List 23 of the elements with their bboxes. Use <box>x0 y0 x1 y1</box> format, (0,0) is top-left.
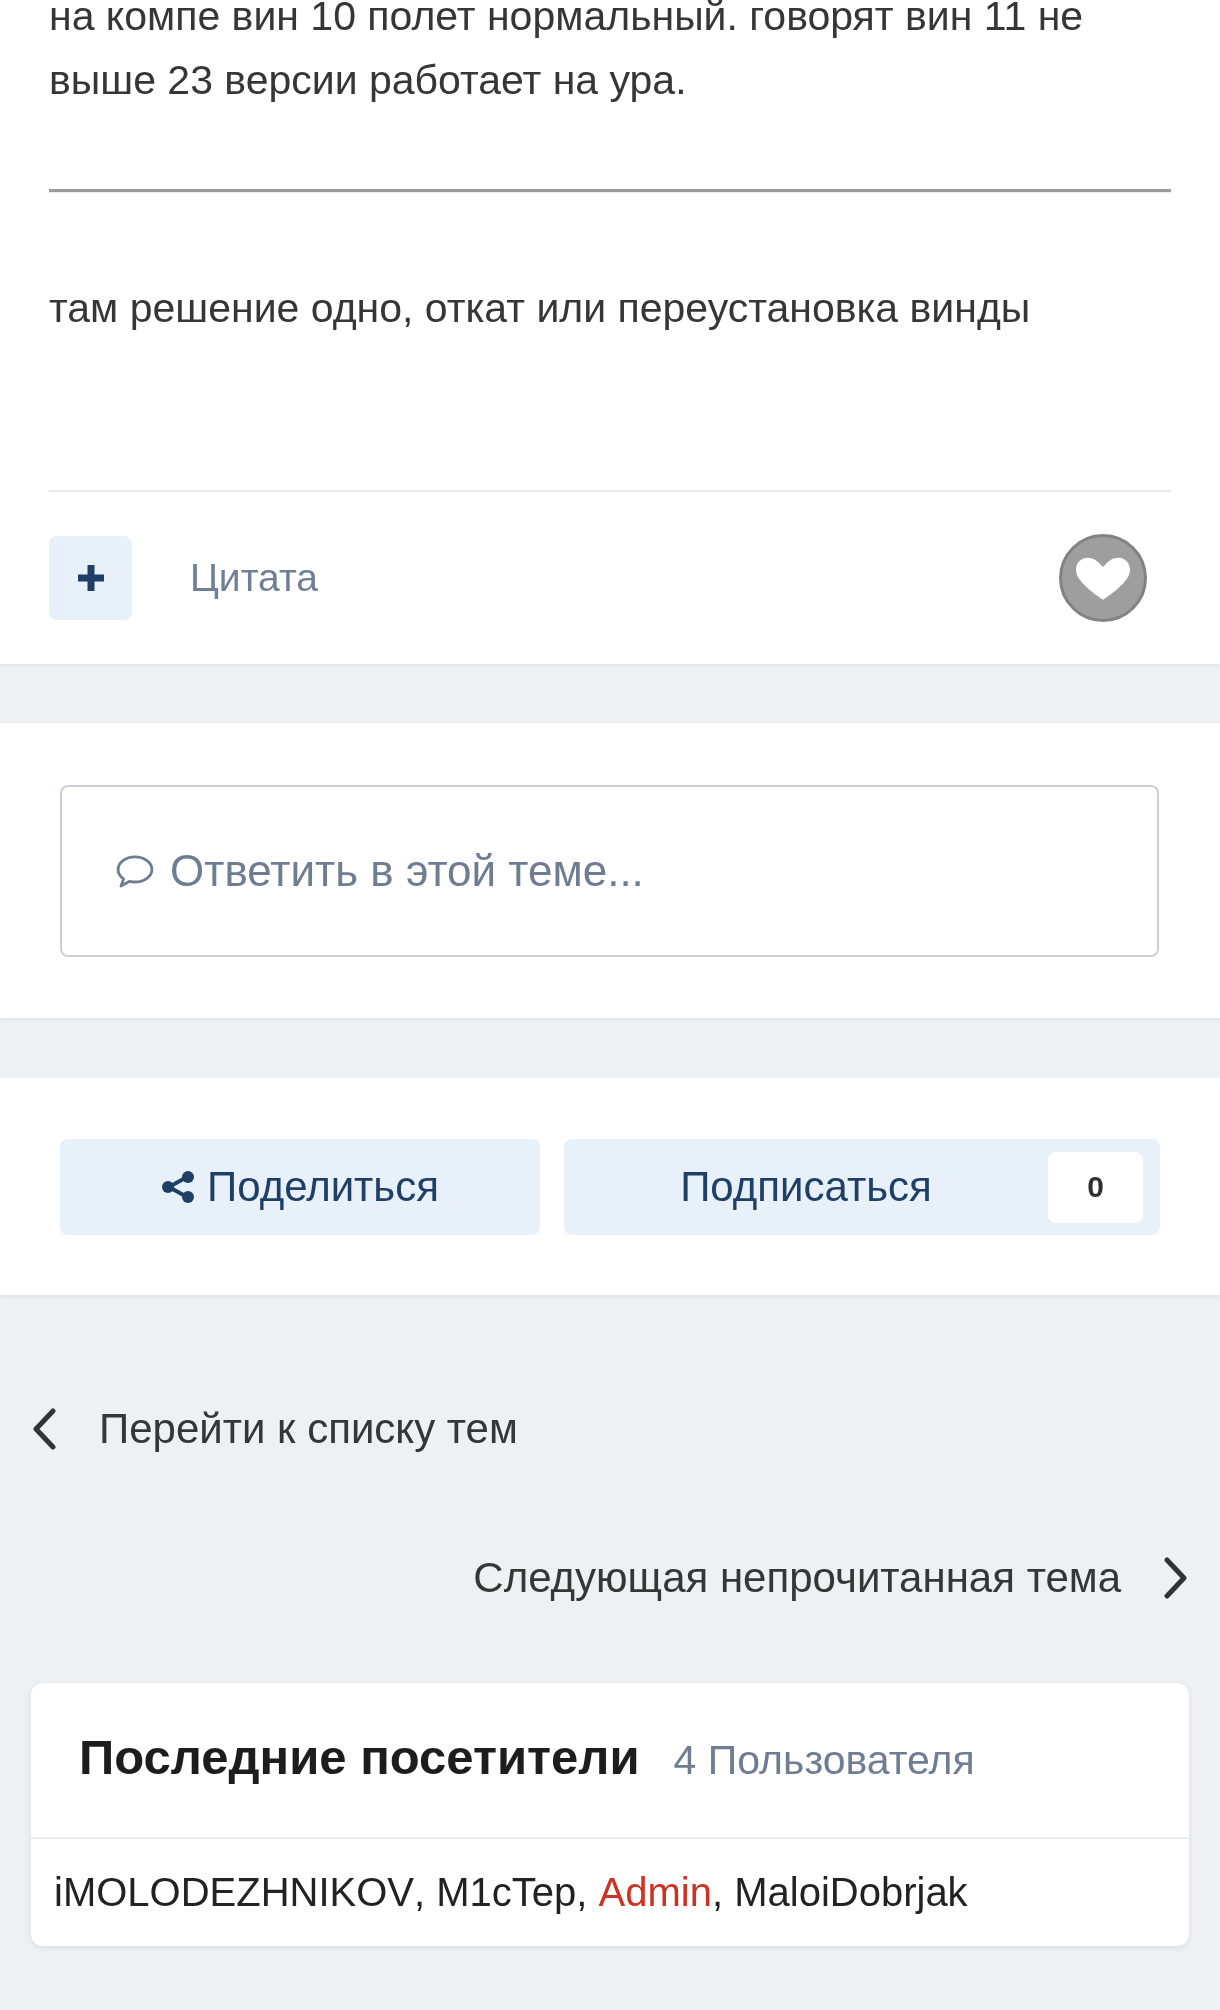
share-button[interactable]: Поделиться <box>60 1139 540 1235</box>
post-text: там решение одно, откат или переустановка винды <box>49 284 1032 333</box>
recent-visitors-title: Последние посетители <box>79 1729 640 1785</box>
share-icon <box>161 1170 196 1204</box>
user-link[interactable]: MaloiDobrjak <box>734 1870 968 1915</box>
visitor-count: 4 Пользователя <box>673 1737 975 1784</box>
follow-button[interactable]: Подписаться 0 <box>564 1139 1160 1235</box>
previous-topic-link[interactable]: Перейти к списку тем <box>31 1397 518 1461</box>
add-button[interactable] <box>49 536 132 620</box>
post-text: на компе вин 10 полет нормальный. говорят вин 11 не выше 23 версии работает на ура. <box>49 0 1085 105</box>
heart-icon <box>1075 555 1131 601</box>
chevron-left-icon <box>31 1408 57 1450</box>
visitor-list: iMOLODEZHNIKOV, M1cTep, Admin, MaloiDobrjak <box>31 1839 1189 1946</box>
next-topic-link[interactable]: Следующая непрочитанная тема <box>473 1546 1189 1610</box>
user-link[interactable]: M1cTep <box>436 1870 577 1915</box>
chevron-right-icon <box>1163 1557 1189 1599</box>
quote-link[interactable]: Цитата <box>190 556 318 600</box>
speech-bubble-icon <box>115 854 155 889</box>
user-link[interactable]: iMOLODEZHNIKOV <box>54 1870 415 1915</box>
plus-icon <box>75 563 106 593</box>
reply-field[interactable]: Ответить в этой теме... <box>60 785 1159 957</box>
follower-count: 0 <box>1048 1151 1143 1223</box>
user-link[interactable]: Admin <box>598 1870 712 1915</box>
